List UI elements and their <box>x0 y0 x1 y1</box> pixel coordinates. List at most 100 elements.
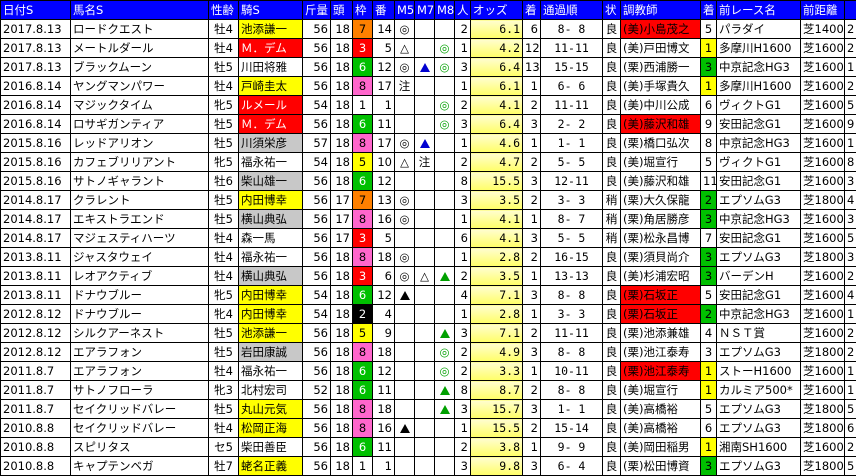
passing-order-cell: 2- 2 <box>541 115 603 134</box>
prev-distance-cell: 芝1600 <box>801 210 845 229</box>
trainer-cell: (美)岡田稲男 <box>621 438 701 457</box>
gate-cell: 2 <box>353 305 373 324</box>
odds-cell: 3.5 <box>471 267 523 286</box>
mark-m7-cell <box>415 286 435 305</box>
gate-cell: 1 <box>353 457 373 476</box>
gate-cell: 8 <box>353 248 373 267</box>
horse-name-cell: マジェスティハーツ <box>71 229 209 248</box>
prev-distance-cell: 芝1600 <box>801 96 845 115</box>
mark-m7-cell <box>415 362 435 381</box>
prev-finish-cell: 5 <box>701 153 717 172</box>
jockey-cell: 内田博幸 <box>239 191 303 210</box>
prev-race-cell: 中京記念HG3 <box>717 210 801 229</box>
prev-distance-cell: 芝1800 <box>801 457 845 476</box>
prev-finish-cell: 1 <box>701 362 717 381</box>
trainer-cell: (栗)石坂正 <box>621 286 701 305</box>
prev-race-cell: 安田記念G1 <box>717 229 801 248</box>
header-cell: 人 <box>455 1 471 20</box>
mark-m7-cell <box>415 210 435 229</box>
jockey-cell: 横山典弘 <box>239 267 303 286</box>
horse-name-cell: スピリタス <box>71 438 209 457</box>
horse-number-cell: 12 <box>373 362 395 381</box>
horse-number-cell: 16 <box>373 419 395 438</box>
jockey-cell: 川田将雅 <box>239 58 303 77</box>
track-condition-cell: 稍 <box>603 210 621 229</box>
weight-cell: 56 <box>303 419 331 438</box>
prev-finish-cell: 2 <box>701 305 717 324</box>
track-condition-cell: 稍 <box>603 229 621 248</box>
mark-m5-cell <box>395 400 415 419</box>
sex-age-cell: 牡4 <box>209 39 239 58</box>
extra-cell: 2 <box>845 20 856 39</box>
track-condition-cell: 良 <box>603 20 621 39</box>
jockey-cell: 内田博幸 <box>239 305 303 324</box>
prev-finish-cell: 5 <box>701 400 717 419</box>
prev-distance-cell: 芝1800 <box>801 248 845 267</box>
prev-race-cell: 湘南SH1600 <box>717 438 801 457</box>
passing-order-cell: 10-11 <box>541 362 603 381</box>
table-row: 2015.8.16サトノギャラント牡6柴山雄一5618612815.5312-1… <box>1 172 856 191</box>
prev-distance-cell: 芝1600 <box>801 362 845 381</box>
field-size-cell: 18 <box>331 58 353 77</box>
finish-cell: 1 <box>523 438 541 457</box>
sex-age-cell: セ5 <box>209 438 239 457</box>
prev-distance-cell: 芝1600 <box>801 324 845 343</box>
odds-cell: 3.3 <box>471 362 523 381</box>
date-cell: 2011.8.7 <box>1 400 71 419</box>
weight-cell: 56 <box>303 248 331 267</box>
finish-cell: 2 <box>523 248 541 267</box>
header-cell <box>845 1 856 20</box>
triangle-mark-icon <box>400 291 410 300</box>
gate-cell: 6 <box>353 286 373 305</box>
prev-race-cell: 安田記念G1 <box>717 172 801 191</box>
date-cell: 2010.8.8 <box>1 457 71 476</box>
gate-cell: 5 <box>353 153 373 172</box>
mark-m5-cell <box>395 305 415 324</box>
mark-m8-cell <box>435 286 455 305</box>
mark-m7-cell <box>415 39 435 58</box>
sex-age-cell: 牡4 <box>209 229 239 248</box>
odds-cell: 2.8 <box>471 305 523 324</box>
header-cell: オッズ <box>471 1 523 20</box>
mark-m8-cell <box>435 20 455 39</box>
prev-finish-cell: 3 <box>701 267 717 286</box>
trainer-cell: (美)中川公成 <box>621 96 701 115</box>
header-cell: 着 <box>523 1 541 20</box>
finish-cell: 1 <box>523 362 541 381</box>
weight-cell: 56 <box>303 400 331 419</box>
popularity-cell: 3 <box>455 115 471 134</box>
mark-m7-cell <box>415 400 435 419</box>
header-cell: 着 <box>701 1 717 20</box>
prev-race-cell: ヴィクトG1 <box>717 96 801 115</box>
odds-cell: 6.4 <box>471 115 523 134</box>
horse-name-cell: ブラックムーン <box>71 58 209 77</box>
passing-order-cell: 15-14 <box>541 419 603 438</box>
mark-m5-cell <box>395 419 415 438</box>
jockey-cell: 内田博幸 <box>239 286 303 305</box>
header-cell: 頭 <box>331 1 353 20</box>
prev-distance-cell: 芝1600 <box>801 267 845 286</box>
mark-m7-cell <box>415 96 435 115</box>
mark-m8-cell: ◎ <box>435 362 455 381</box>
mark-m5-cell: △ <box>395 153 415 172</box>
track-condition-cell: 良 <box>603 267 621 286</box>
track-condition-cell: 良 <box>603 400 621 419</box>
mark-m7-cell: △ <box>415 267 435 286</box>
mark-m7-cell <box>415 438 435 457</box>
horse-name-cell: ジャスタウェイ <box>71 248 209 267</box>
prev-distance-cell: 芝1800 <box>801 343 845 362</box>
horse-number-cell: 18 <box>373 248 395 267</box>
horse-name-cell: エアラフォン <box>71 343 209 362</box>
passing-order-cell: 3- 3 <box>541 191 603 210</box>
popularity-cell: 1 <box>455 39 471 58</box>
prev-finish-cell: 1 <box>701 39 717 58</box>
sex-age-cell: 牡4 <box>209 20 239 39</box>
field-size-cell: 18 <box>331 77 353 96</box>
popularity-cell: 1 <box>455 134 471 153</box>
weight-cell: 56 <box>303 438 331 457</box>
mark-m5-cell: ◎ <box>395 210 415 229</box>
finish-cell: 1 <box>523 134 541 153</box>
odds-cell: 15.7 <box>471 400 523 419</box>
sex-age-cell: 牝5 <box>209 153 239 172</box>
horse-number-cell: 11 <box>373 438 395 457</box>
